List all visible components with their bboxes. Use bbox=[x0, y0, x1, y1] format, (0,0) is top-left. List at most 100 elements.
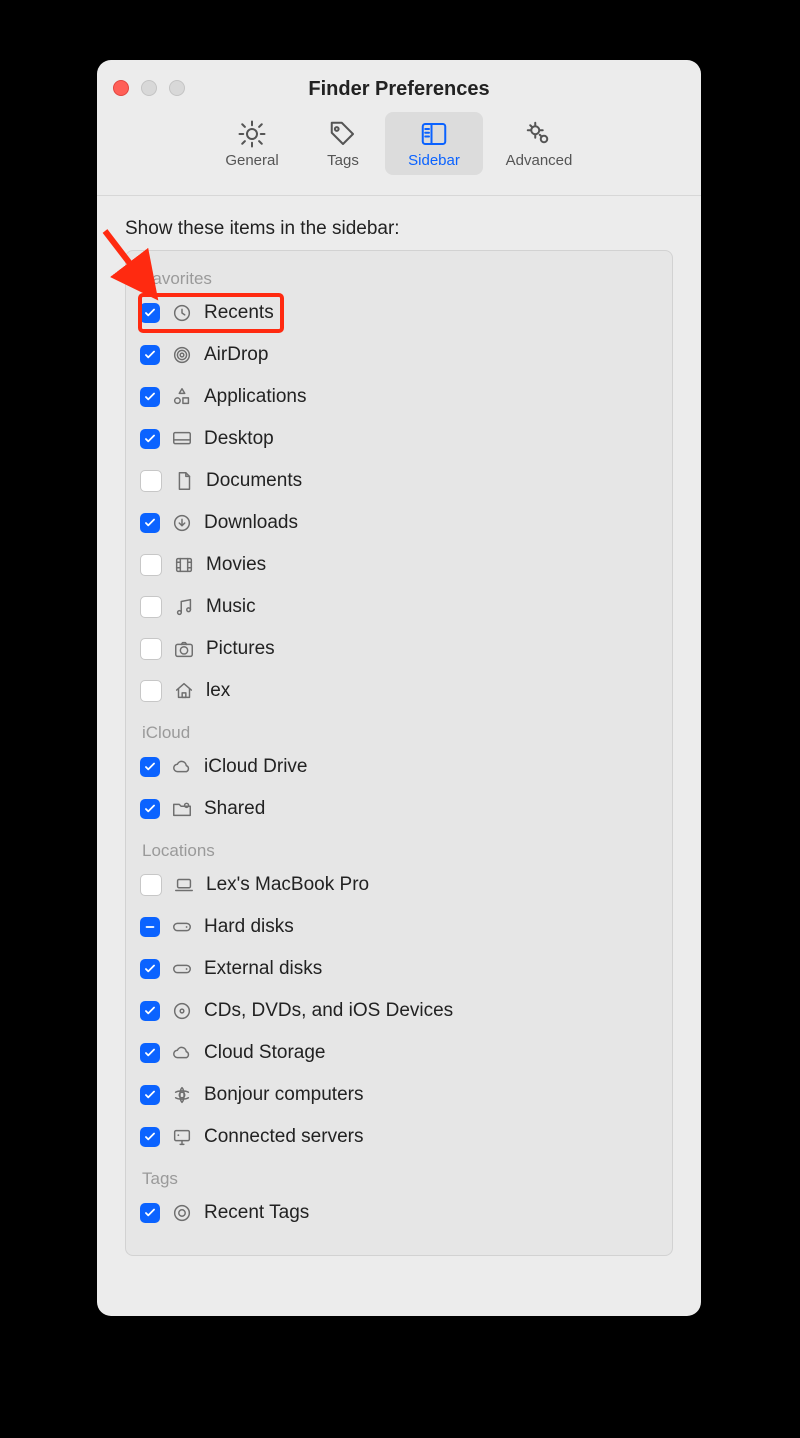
section-title-favorites: Favorites bbox=[142, 269, 658, 289]
item-ext-disks[interactable]: External disks bbox=[140, 951, 658, 987]
item-label: Pictures bbox=[206, 638, 275, 660]
checkbox[interactable] bbox=[140, 470, 162, 492]
checkbox[interactable] bbox=[140, 638, 162, 660]
item-label: iCloud Drive bbox=[204, 756, 307, 778]
content: Show these items in the sidebar: Favorit… bbox=[97, 196, 701, 1284]
gears-icon bbox=[521, 118, 557, 150]
hdd-icon bbox=[170, 957, 194, 981]
item-label: Recent Tags bbox=[204, 1202, 309, 1224]
checkbox[interactable] bbox=[140, 429, 160, 449]
hdd-icon bbox=[170, 915, 194, 939]
checkbox[interactable] bbox=[140, 596, 162, 618]
checkbox[interactable] bbox=[140, 1043, 160, 1063]
radar-icon bbox=[170, 343, 194, 367]
item-label: Recents bbox=[204, 302, 274, 324]
preference-tabs: General Tags Sidebar Advanced bbox=[97, 112, 701, 175]
cloud-icon bbox=[170, 755, 194, 779]
item-pictures[interactable]: Pictures bbox=[140, 631, 658, 667]
item-label: External disks bbox=[204, 958, 322, 980]
tag-icon bbox=[325, 118, 361, 150]
item-cloud-storage[interactable]: Cloud Storage bbox=[140, 1035, 658, 1071]
section-title-icloud: iCloud bbox=[142, 723, 658, 743]
item-label: Downloads bbox=[204, 512, 298, 534]
tag-circle-icon bbox=[170, 1201, 194, 1225]
item-documents[interactable]: Documents bbox=[140, 463, 658, 499]
checkbox[interactable] bbox=[140, 757, 160, 777]
window-title: Finder Preferences bbox=[97, 78, 701, 101]
item-label: Cloud Storage bbox=[204, 1042, 325, 1064]
download-icon bbox=[170, 511, 194, 535]
item-lex[interactable]: lex bbox=[140, 673, 658, 709]
tab-label: Tags bbox=[327, 152, 359, 169]
film-icon bbox=[172, 553, 196, 577]
checkbox[interactable] bbox=[140, 959, 160, 979]
item-label: Music bbox=[206, 596, 256, 618]
item-bonjour[interactable]: Bonjour computers bbox=[140, 1077, 658, 1113]
checkbox[interactable] bbox=[140, 1203, 160, 1223]
music-icon bbox=[172, 595, 196, 619]
item-label: Desktop bbox=[204, 428, 274, 450]
bonjour-icon bbox=[170, 1083, 194, 1107]
item-shared[interactable]: Shared bbox=[140, 791, 658, 827]
cloud-icon bbox=[170, 1041, 194, 1065]
item-label: CDs, DVDs, and iOS Devices bbox=[204, 1000, 453, 1022]
item-label: Hard disks bbox=[204, 916, 294, 938]
tab-label: Advanced bbox=[506, 152, 573, 169]
item-label: Movies bbox=[206, 554, 266, 576]
server-icon bbox=[170, 1125, 194, 1149]
section-title-tags: Tags bbox=[142, 1169, 658, 1189]
folder-shared-icon bbox=[170, 797, 194, 821]
item-this-mac[interactable]: Lex's MacBook Pro bbox=[140, 867, 658, 903]
item-label: Bonjour computers bbox=[204, 1084, 363, 1106]
checkbox[interactable] bbox=[140, 513, 160, 533]
checkbox[interactable] bbox=[140, 1085, 160, 1105]
item-label: Lex's MacBook Pro bbox=[206, 874, 369, 896]
apps-icon bbox=[170, 385, 194, 409]
item-label: Documents bbox=[206, 470, 302, 492]
checkbox[interactable] bbox=[140, 345, 160, 365]
checkbox[interactable] bbox=[140, 917, 160, 937]
item-servers[interactable]: Connected servers bbox=[140, 1119, 658, 1155]
item-movies[interactable]: Movies bbox=[140, 547, 658, 583]
preferences-window: Finder Preferences General Tags Sidebar Adv… bbox=[97, 60, 701, 1316]
tab-label: General bbox=[225, 152, 278, 169]
checkbox[interactable] bbox=[140, 799, 160, 819]
item-music[interactable]: Music bbox=[140, 589, 658, 625]
item-recent-tags[interactable]: Recent Tags bbox=[140, 1195, 658, 1231]
item-label: Shared bbox=[204, 798, 265, 820]
item-label: AirDrop bbox=[204, 344, 268, 366]
item-airdrop[interactable]: AirDrop bbox=[140, 337, 658, 373]
titlebar: Finder Preferences General Tags Sidebar Adv… bbox=[97, 60, 701, 196]
item-downloads[interactable]: Downloads bbox=[140, 505, 658, 541]
item-recents[interactable]: Recents bbox=[140, 295, 282, 331]
item-desktop[interactable]: Desktop bbox=[140, 421, 658, 457]
checkbox[interactable] bbox=[140, 554, 162, 576]
section-title-locations: Locations bbox=[142, 841, 658, 861]
tab-tags[interactable]: Tags bbox=[301, 112, 385, 175]
doc-icon bbox=[172, 469, 196, 493]
item-icloud-drive[interactable]: iCloud Drive bbox=[140, 749, 658, 785]
section-heading: Show these items in the sidebar: bbox=[125, 218, 673, 240]
checkbox[interactable] bbox=[140, 1127, 160, 1147]
home-icon bbox=[172, 679, 196, 703]
tab-sidebar[interactable]: Sidebar bbox=[385, 112, 483, 175]
sidebar-items-panel: Favorites Recents AirDrop Applications Deskt… bbox=[125, 250, 673, 1256]
item-label: lex bbox=[206, 680, 230, 702]
tab-general[interactable]: General bbox=[203, 112, 301, 175]
sidebar-icon bbox=[416, 118, 452, 150]
checkbox[interactable] bbox=[140, 303, 160, 323]
item-label: Applications bbox=[204, 386, 306, 408]
item-label: Connected servers bbox=[204, 1126, 363, 1148]
checkbox[interactable] bbox=[140, 1001, 160, 1021]
checkbox[interactable] bbox=[140, 680, 162, 702]
item-applications[interactable]: Applications bbox=[140, 379, 658, 415]
item-hard-disks[interactable]: Hard disks bbox=[140, 909, 658, 945]
tab-label: Sidebar bbox=[408, 152, 460, 169]
checkbox[interactable] bbox=[140, 387, 160, 407]
desktop-icon bbox=[170, 427, 194, 451]
checkbox[interactable] bbox=[140, 874, 162, 896]
item-cds[interactable]: CDs, DVDs, and iOS Devices bbox=[140, 993, 658, 1029]
camera-icon bbox=[172, 637, 196, 661]
clock-icon bbox=[170, 301, 194, 325]
tab-advanced[interactable]: Advanced bbox=[483, 112, 595, 175]
